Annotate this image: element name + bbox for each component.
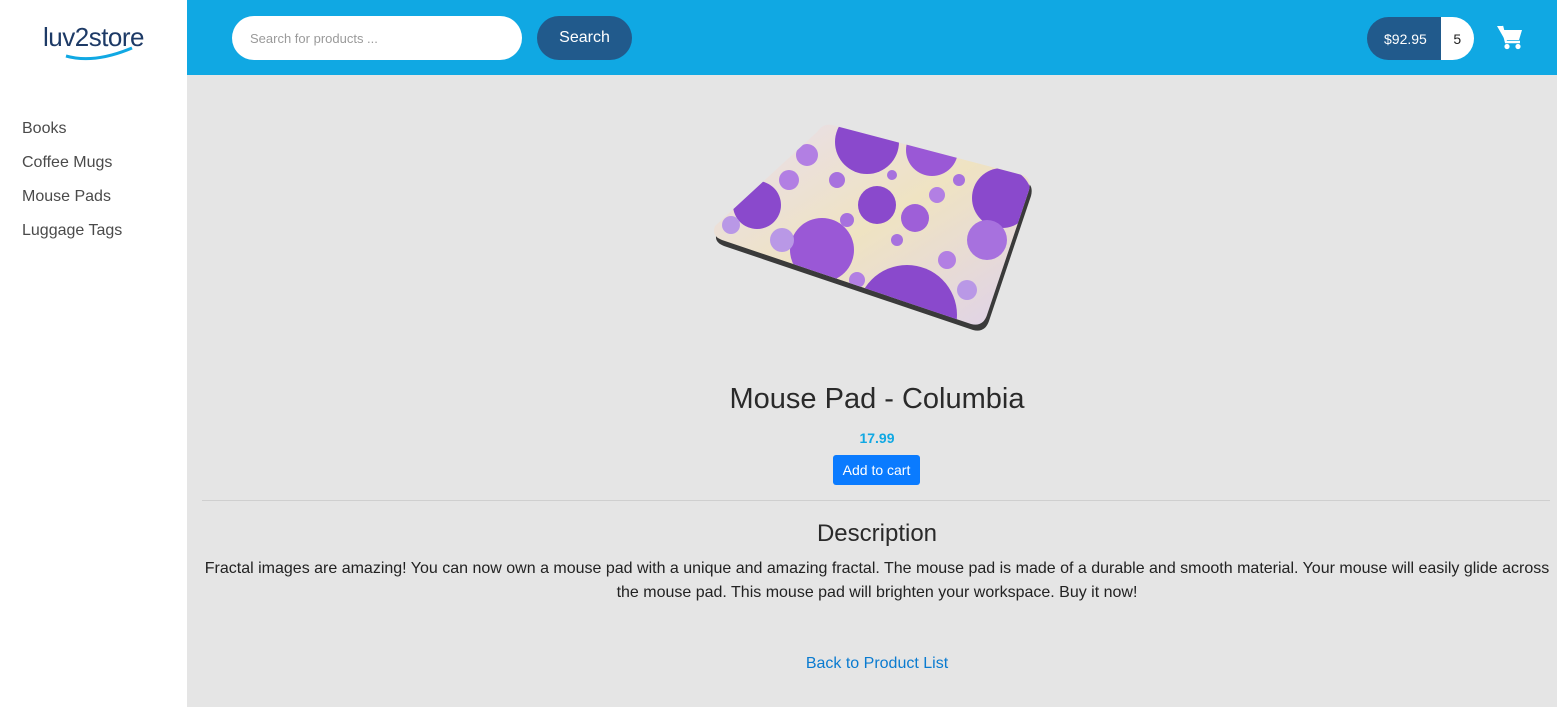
product-description: Fractal images are amazing! You can now … <box>204 560 1550 601</box>
category-nav: Books Coffee Mugs Mouse Pads Luggage Tag… <box>22 112 122 248</box>
brand-logo[interactable]: luv2store <box>0 0 187 75</box>
logo-mark: luv2store <box>34 16 154 60</box>
section-divider <box>202 500 1550 501</box>
logo-text: luv2store <box>43 22 145 52</box>
sidebar-item-books[interactable]: Books <box>22 112 122 146</box>
sidebar-item-luggage-tags[interactable]: Luggage Tags <box>22 214 122 248</box>
product-image <box>713 124 1032 331</box>
cart-total-price: $92.95 <box>1367 17 1441 60</box>
shopping-cart-icon[interactable] <box>1496 24 1524 50</box>
product-title: Mouse Pad - Columbia <box>729 383 1025 415</box>
search-input[interactable] <box>232 16 522 60</box>
product-price: 17.99 <box>859 430 895 446</box>
add-to-cart-button[interactable]: Add to cart <box>833 455 920 485</box>
search-button[interactable]: Search <box>537 16 632 60</box>
back-to-product-list-link[interactable]: Back to Product List <box>187 655 1557 673</box>
cart-quantity: 5 <box>1440 17 1474 60</box>
cart-status[interactable]: $92.95 5 <box>1367 17 1474 60</box>
description-heading: Description <box>816 520 938 547</box>
sidebar-item-coffee-mugs[interactable]: Coffee Mugs <box>22 146 122 180</box>
top-header: Search $92.95 5 <box>187 0 1557 75</box>
sidebar: luv2store Books Coffee Mugs Mouse Pads L… <box>0 0 187 707</box>
product-details: Mouse Pad - Columbia 17.99 Add to cart D… <box>187 75 1557 707</box>
sidebar-item-mouse-pads[interactable]: Mouse Pads <box>22 180 122 214</box>
